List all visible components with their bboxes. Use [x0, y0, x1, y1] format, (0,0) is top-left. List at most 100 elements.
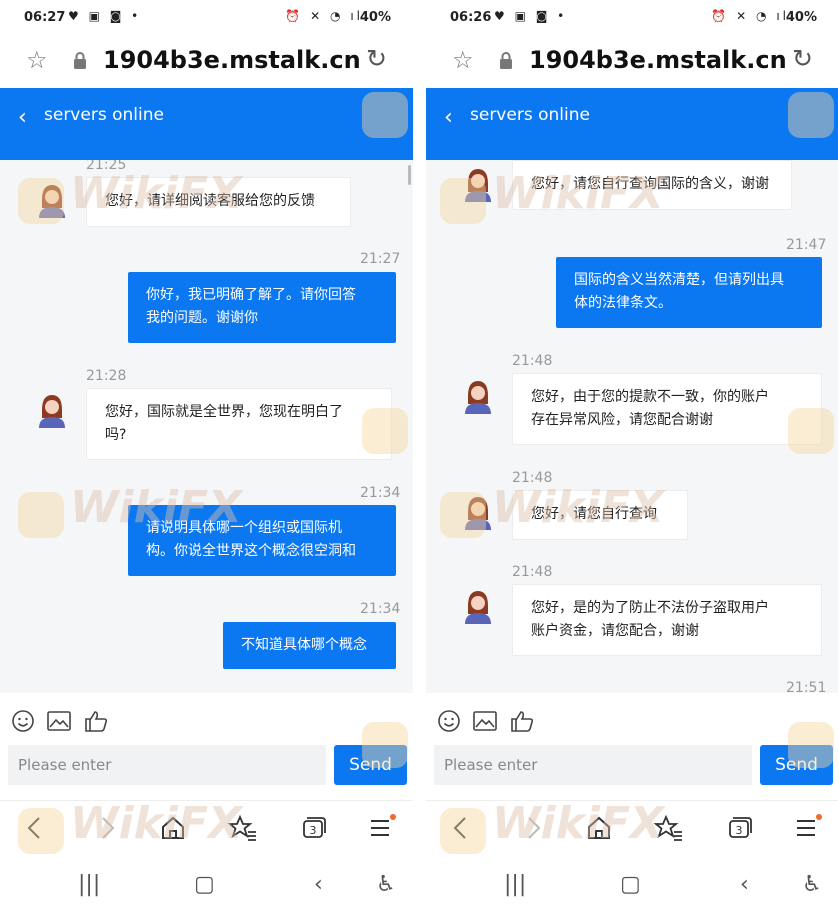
agent-avatar — [465, 381, 491, 414]
back-icon[interactable]: ‹ — [18, 105, 27, 130]
star-icon[interactable]: ☆ — [452, 46, 474, 74]
message-time: 21:34 — [360, 485, 401, 501]
outgoing-message: 请说明具体哪一个组织或国际机 构。你说全世界这个概念很空洞和 — [128, 505, 396, 576]
recents-icon[interactable]: ||| — [78, 872, 100, 897]
agent-avatar — [39, 185, 65, 218]
system-nav-bar: ||| ▢ ‹ ♿ — [0, 858, 413, 909]
thumbs-up-icon[interactable] — [83, 709, 109, 733]
reload-icon[interactable]: ↻ — [792, 44, 813, 73]
url-text[interactable]: 1904b3e.mstalk.cn — [529, 46, 787, 74]
tabs-count: 3 — [736, 824, 743, 837]
browser-back-icon[interactable] — [18, 811, 52, 845]
browser-back-icon[interactable] — [444, 811, 478, 845]
lock-icon — [74, 52, 86, 69]
message-text: 您好，请详细阅读客服给您的反馈 — [105, 193, 315, 209]
browser-forward-icon[interactable] — [516, 811, 550, 845]
status-time: 06:26 — [450, 10, 492, 25]
menu-icon[interactable] — [364, 811, 398, 845]
recents-icon[interactable]: ||| — [504, 872, 526, 897]
system-home-icon[interactable]: ▢ — [620, 872, 641, 897]
message-line: 您好，国际就是全世界，您现在明白了 — [105, 404, 343, 420]
message-time: 21:28 — [86, 368, 127, 384]
message-line: 请说明具体哪一个组织或国际机 — [146, 520, 342, 536]
notification-icons: ♥ ▣ ◙ • — [494, 9, 568, 23]
browser-url-bar: ☆ 1904b3e.mstalk.cn ↻ — [426, 38, 838, 88]
reload-icon[interactable]: ↻ — [366, 44, 387, 73]
bookmarks-icon[interactable] — [226, 811, 260, 845]
browser-forward-icon[interactable] — [90, 811, 124, 845]
browser-nav-bar: 3 — [0, 800, 413, 859]
chat-toolbar — [426, 693, 838, 745]
accessibility-icon[interactable]: ♿ — [376, 872, 396, 897]
notification-icons: ♥ ▣ ◙ • — [68, 9, 142, 23]
chat-title: servers online — [470, 105, 590, 125]
message-time: 21:48 — [512, 470, 553, 486]
system-back-icon[interactable]: ‹ — [740, 872, 749, 897]
chat-header: ‹ servers online — [426, 88, 838, 160]
incoming-message: 您好，国际就是全世界，您现在明白了 吗? — [86, 388, 392, 460]
outgoing-message: 你好，我已明确了解了。请你回答 我的问题。谢谢你 — [128, 272, 396, 343]
message-line: 体的法律条文。 — [574, 295, 672, 311]
message-input[interactable] — [434, 745, 752, 785]
message-time: 21:34 — [360, 601, 401, 617]
home-icon[interactable] — [582, 811, 616, 845]
image-icon[interactable] — [46, 709, 72, 733]
message-input[interactable] — [8, 745, 326, 785]
incoming-message: 您好，请您自行查询 — [512, 490, 688, 540]
battery-level: 40% — [359, 10, 391, 25]
message-input-row: Send — [426, 745, 838, 800]
message-line: 您好，是的为了防止不法份子盗取用户 — [531, 600, 769, 616]
chat-toolbar — [0, 693, 413, 745]
message-line: 构。你说全世界这个概念很空洞和 — [146, 543, 356, 559]
message-time: 21:48 — [512, 564, 553, 580]
message-time: 21:27 — [360, 251, 401, 267]
system-nav-bar: ||| ▢ ‹ ♿ — [426, 858, 838, 909]
browser-url-bar: ☆ 1904b3e.mstalk.cn ↻ — [0, 38, 413, 88]
chat-area[interactable]: 您好，请您自行查询国际的含义，谢谢 21:47 国际的含义当然清楚，但请列出具 … — [426, 160, 838, 693]
message-text: 不知道具体哪个概念 — [241, 637, 367, 653]
incoming-message: 您好，请详细阅读客服给您的反馈 — [86, 177, 351, 227]
lock-icon — [500, 52, 512, 69]
incoming-message: 您好，由于您的提款不一致，你的账户 存在异常风险，请您配合谢谢 — [512, 373, 822, 445]
star-icon[interactable]: ☆ — [26, 46, 48, 74]
message-text: 您好，请您自行查询 — [531, 506, 657, 522]
chat-area[interactable]: 21:25 您好，请详细阅读客服给您的反馈 21:27 你好，我已明确了解了。请… — [0, 160, 413, 693]
agent-avatar — [465, 497, 491, 530]
emoji-icon[interactable] — [10, 709, 36, 733]
system-home-icon[interactable]: ▢ — [194, 872, 215, 897]
signal-icons: ⏰ ✕ ◔ ıl — [285, 9, 363, 23]
message-line: 吗? — [105, 427, 127, 443]
message-line: 我的问题。谢谢你 — [146, 310, 258, 326]
url-text[interactable]: 1904b3e.mstalk.cn — [103, 46, 361, 74]
incoming-message: 您好，请您自行查询国际的含义，谢谢 — [512, 160, 792, 210]
send-button[interactable]: Send — [760, 745, 833, 785]
message-line: 您好，由于您的提款不一致，你的账户 — [531, 389, 769, 405]
chat-title: servers online — [44, 105, 164, 125]
tabs-icon[interactable]: 3 — [722, 811, 756, 845]
status-time: 06:27 — [24, 10, 66, 25]
thumbs-up-icon[interactable] — [509, 709, 535, 733]
incoming-message: 您好，是的为了防止不法份子盗取用户 账户资金，请您配合，谢谢 — [512, 584, 822, 656]
home-icon[interactable] — [156, 811, 190, 845]
message-line: 存在异常风险，请您配合谢谢 — [531, 412, 713, 428]
phone-screen-right: 06:26 ♥ ▣ ◙ • ⏰ ✕ ◔ ıl 40% ☆ 1904b3e.mst… — [426, 0, 838, 909]
bookmarks-icon[interactable] — [652, 811, 686, 845]
system-back-icon[interactable]: ‹ — [314, 872, 323, 897]
message-time: 21:25 — [86, 160, 127, 173]
accessibility-icon[interactable]: ♿ — [802, 872, 822, 897]
phone-screen-left: 06:27 ♥ ▣ ◙ • ⏰ ✕ ◔ ıl 40% ☆ 1904b3e.mst… — [0, 0, 413, 909]
image-icon[interactable] — [472, 709, 498, 733]
agent-avatar — [39, 395, 65, 428]
agent-avatar — [465, 591, 491, 624]
back-icon[interactable]: ‹ — [444, 105, 453, 130]
scrollbar[interactable] — [408, 165, 411, 185]
message-time: 21:48 — [512, 353, 553, 369]
browser-nav-bar: 3 — [426, 800, 838, 859]
tabs-icon[interactable]: 3 — [296, 811, 330, 845]
message-line: 国际的含义当然清楚，但请列出具 — [574, 272, 784, 288]
menu-icon[interactable] — [790, 811, 824, 845]
emoji-icon[interactable] — [436, 709, 462, 733]
signal-icons: ⏰ ✕ ◔ ıl — [711, 9, 789, 23]
send-button[interactable]: Send — [334, 745, 407, 785]
message-time: 21:47 — [786, 237, 827, 253]
